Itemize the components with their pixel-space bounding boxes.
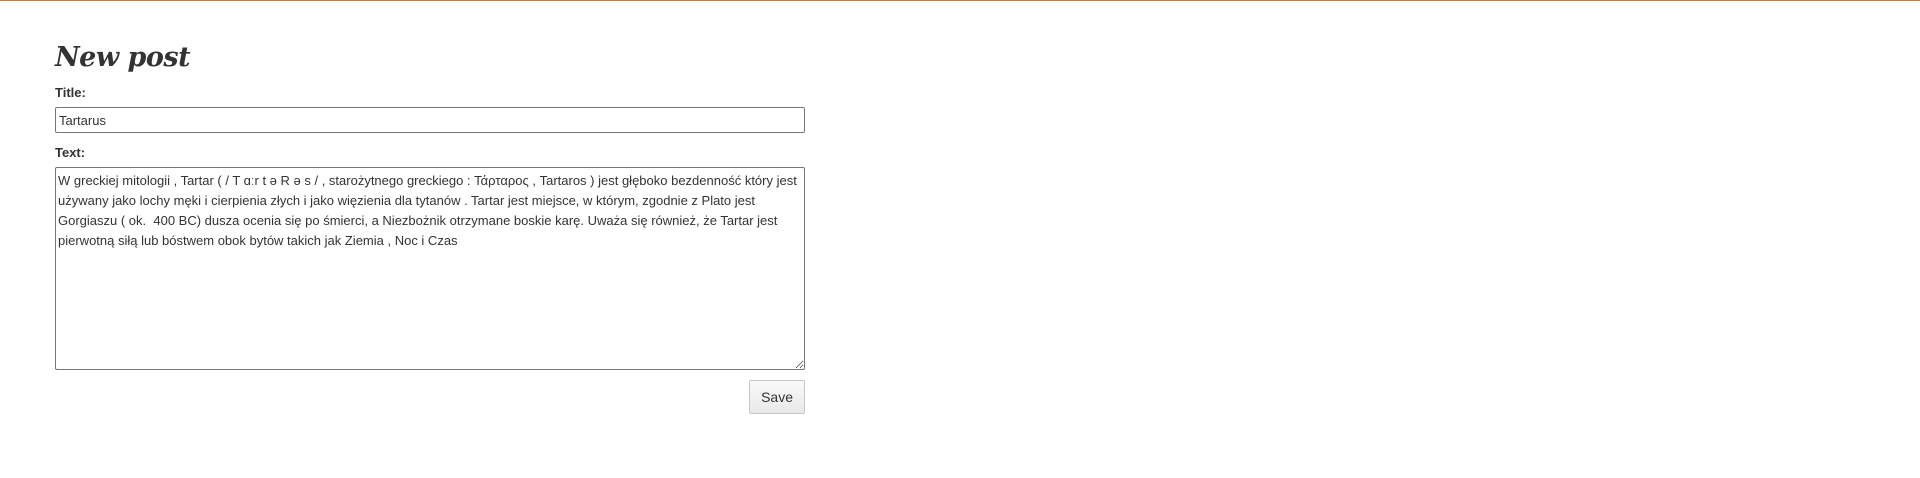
save-button[interactable]: Save: [749, 380, 805, 414]
form-actions: Save: [55, 380, 805, 414]
new-post-form-container: New post Title: Text: W greckiej mitolog…: [55, 40, 805, 414]
top-accent-bar: [0, 0, 1920, 1]
page-title: New post: [55, 42, 191, 73]
title-input[interactable]: [55, 107, 805, 133]
title-label: Title:: [55, 85, 86, 100]
new-post-form: Title: Text: W greckiej mitologii , Tart…: [55, 85, 805, 414]
text-textarea[interactable]: W greckiej mitologii , Tartar ( / T ɑːr …: [55, 167, 805, 370]
text-label: Text:: [55, 145, 86, 160]
